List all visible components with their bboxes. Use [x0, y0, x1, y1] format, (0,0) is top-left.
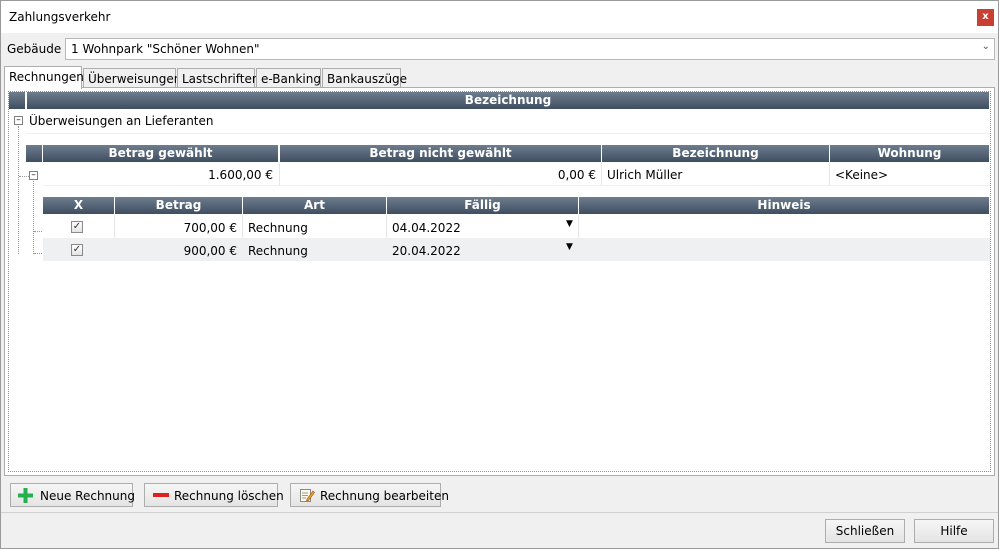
- collapse-icon[interactable]: –: [29, 171, 38, 180]
- grid-header-indicator: [9, 92, 26, 109]
- col-header-faellig[interactable]: Fällig: [387, 197, 579, 214]
- gebaeude-select[interactable]: 1 Wohnpark "Schöner Wohnen" ⌄: [65, 38, 995, 60]
- col-header-betrag-nicht-gewaehlt[interactable]: Betrag nicht gewählt: [280, 145, 602, 162]
- schliessen-button[interactable]: Schließen: [825, 519, 905, 543]
- group-label: Überweisungen an Lieferanten: [29, 114, 214, 128]
- gebaeude-label: Gebäude: [7, 42, 62, 56]
- cell-faellig[interactable]: 20.04.2022: [392, 244, 461, 258]
- dialog-client: Gebäude 1 Wohnpark "Schöner Wohnen" ⌄ Re…: [1, 33, 998, 548]
- col-header-art[interactable]: Art: [243, 197, 387, 214]
- collapse-icon[interactable]: –: [14, 116, 23, 125]
- grid-header-bezeichnung[interactable]: Bezeichnung: [27, 92, 990, 109]
- cell-bezeichnung[interactable]: Ulrich Müller: [607, 168, 827, 182]
- col-header-wohnung[interactable]: Wohnung: [830, 145, 990, 162]
- rechnung-loeschen-button[interactable]: Rechnung löschen: [144, 483, 284, 507]
- title-bar: Zahlungsverkehr x: [1, 1, 998, 33]
- cell-divider: [601, 163, 602, 185]
- edit-icon: [300, 489, 315, 502]
- window-title: Zahlungsverkehr: [9, 10, 111, 24]
- date-dropdown-icon[interactable]: ▼: [566, 242, 573, 252]
- row-checkbox[interactable]: ✓: [71, 244, 83, 256]
- row-divider: [27, 133, 990, 134]
- neue-rechnung-label: Neue Rechnung: [40, 489, 135, 503]
- rechnung-bearbeiten-label: Rechnung bearbeiten: [320, 489, 449, 503]
- hilfe-button[interactable]: Hilfe: [914, 519, 994, 543]
- rechnung-bearbeiten-button[interactable]: Rechnung bearbeiten: [290, 483, 449, 507]
- cell-betrag-nicht-gewaehlt[interactable]: 0,00 €: [280, 168, 596, 182]
- cell-art[interactable]: Rechnung: [248, 244, 308, 258]
- col-header-hinweis[interactable]: Hinweis: [579, 197, 990, 214]
- row-divider: [43, 185, 990, 186]
- minus-icon: [153, 493, 169, 497]
- row-checkbox[interactable]: ✓: [71, 221, 83, 233]
- cell-betrag[interactable]: 700,00 €: [115, 221, 237, 235]
- cell-betrag-gewaehlt[interactable]: 1.600,00 €: [43, 168, 273, 182]
- cell-faellig[interactable]: 04.04.2022: [392, 221, 461, 235]
- chevron-down-icon[interactable]: ⌄: [982, 41, 990, 52]
- tab-rechnungen[interactable]: Rechnungen: [4, 66, 84, 89]
- col-header-x[interactable]: X: [43, 197, 115, 214]
- dialog-window: Zahlungsverkehr x Gebäude 1 Wohnpark "Sc…: [0, 0, 999, 549]
- footer-divider: [1, 512, 998, 513]
- tab-e-banking[interactable]: e-Banking: [256, 68, 321, 88]
- invoice-grid[interactable]: Bezeichnung – Überweisungen an Lieferant…: [8, 91, 991, 472]
- col-header-betrag[interactable]: Betrag: [115, 197, 243, 214]
- tab-panel-rechnungen: Bezeichnung – Überweisungen an Lieferant…: [4, 87, 995, 476]
- cell-art[interactable]: Rechnung: [248, 221, 308, 235]
- neue-rechnung-button[interactable]: Neue Rechnung: [10, 483, 135, 507]
- tree-line: [33, 176, 34, 254]
- cell-divider: [829, 163, 830, 185]
- tab-bankauszuege[interactable]: Bankauszüge: [322, 68, 407, 88]
- tab-ueberweisungen[interactable]: Überweisungen: [83, 68, 181, 88]
- close-button[interactable]: x: [977, 9, 994, 26]
- cell-betrag[interactable]: 900,00 €: [115, 244, 237, 258]
- col-header-bezeichnung[interactable]: Bezeichnung: [602, 145, 830, 162]
- rechnung-loeschen-label: Rechnung löschen: [174, 489, 284, 503]
- tree-line: [18, 126, 19, 254]
- tree-line: [19, 176, 29, 177]
- date-dropdown-icon[interactable]: ▼: [566, 219, 573, 229]
- col-header-betrag-gewaehlt[interactable]: Betrag gewählt: [43, 145, 279, 162]
- gebaeude-select-value: 1 Wohnpark "Schöner Wohnen": [71, 42, 260, 56]
- plus-icon: [18, 488, 33, 503]
- tab-lastschriften[interactable]: Lastschriften: [177, 68, 259, 88]
- cell-wohnung[interactable]: <Keine>: [835, 168, 985, 182]
- sub-header-indicator: [26, 145, 43, 162]
